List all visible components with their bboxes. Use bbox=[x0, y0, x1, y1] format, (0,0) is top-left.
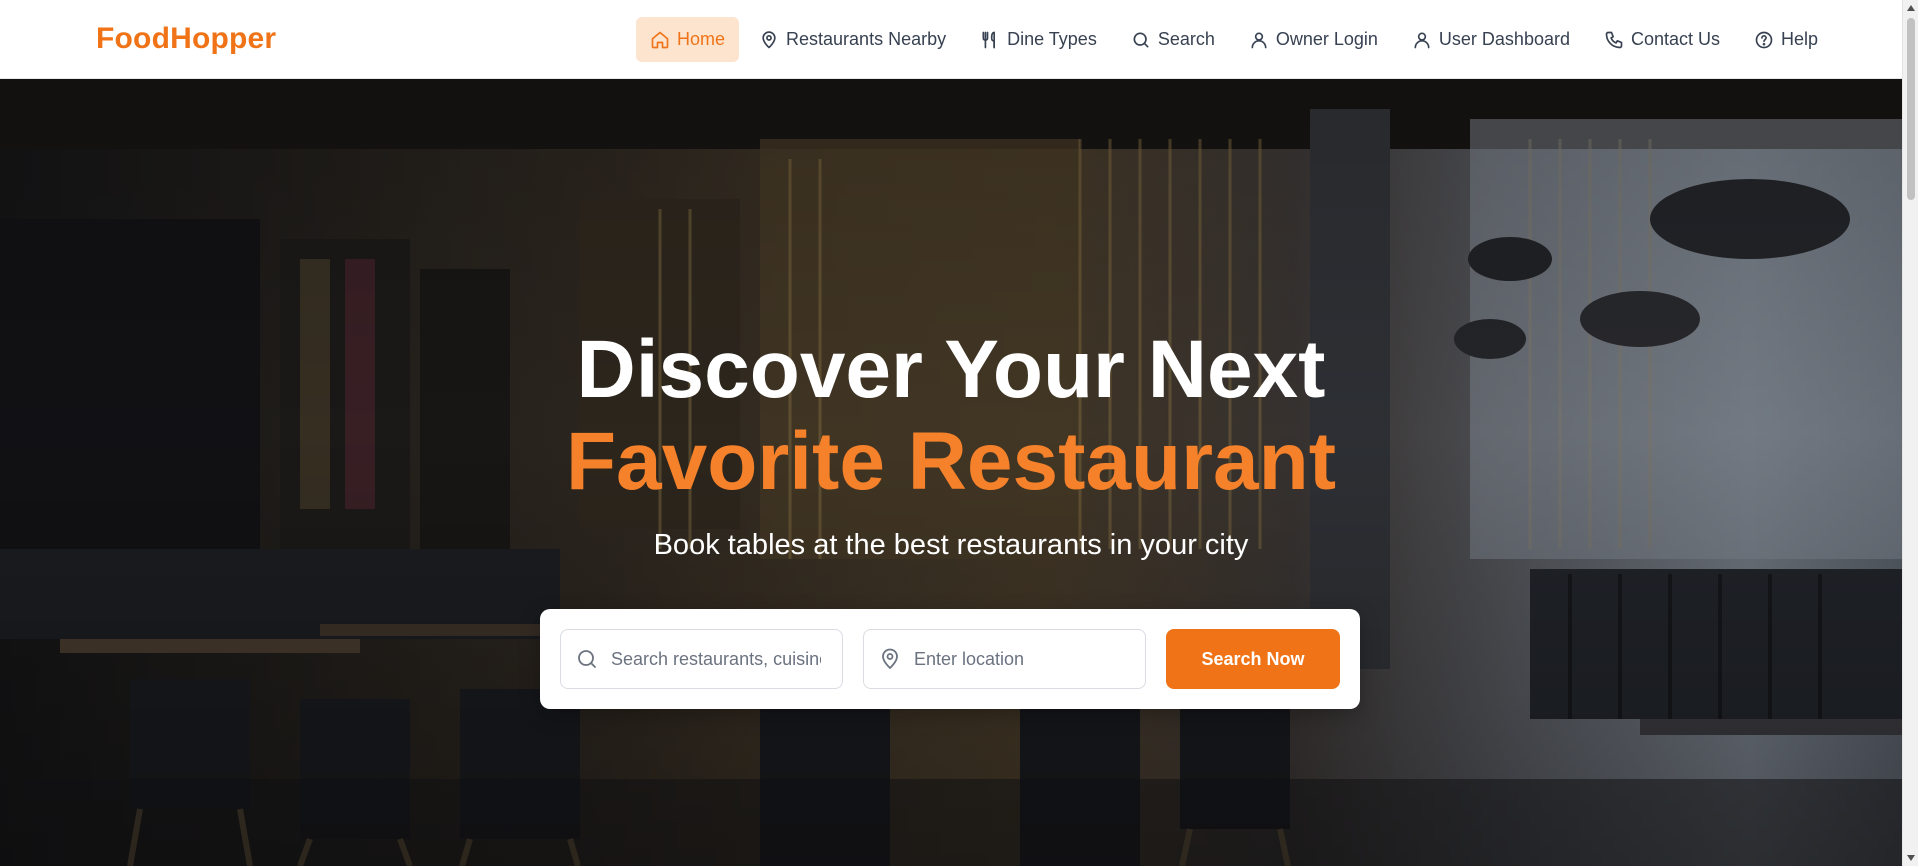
restaurant-search-input[interactable] bbox=[611, 648, 821, 670]
help-circle-icon bbox=[1755, 31, 1773, 48]
hero-title: Discover Your Next Favorite Restaurant bbox=[0, 324, 1902, 508]
map-pin-icon bbox=[882, 648, 898, 669]
nav-item-contact-us[interactable]: Contact Us bbox=[1590, 17, 1734, 62]
restaurant-search-field[interactable] bbox=[560, 629, 843, 689]
location-input[interactable] bbox=[914, 648, 1124, 670]
scroll-up-arrow-icon[interactable] bbox=[1907, 5, 1915, 11]
brand-logo[interactable]: FoodHopper bbox=[96, 22, 276, 56]
nav-item-user-dashboard[interactable]: User Dashboard bbox=[1398, 17, 1584, 62]
nav-item-label: Search bbox=[1157, 29, 1215, 49]
main-nav: Home Restaurants Nearby Dine Types Searc… bbox=[636, 17, 1832, 62]
user-icon bbox=[1414, 31, 1430, 48]
nav-item-label: Owner Login bbox=[1275, 29, 1378, 49]
nav-item-label: User Dashboard bbox=[1438, 29, 1570, 49]
hero-subtitle: Book tables at the best restaurants in y… bbox=[653, 529, 1249, 561]
utensils-icon bbox=[982, 31, 996, 48]
nav-item-restaurants-nearby[interactable]: Restaurants Nearby bbox=[745, 17, 960, 62]
scroll-down-arrow-icon[interactable] bbox=[1907, 855, 1915, 861]
map-pin-icon bbox=[762, 30, 776, 48]
hero-title-line2: Favorite Restaurant bbox=[565, 416, 1337, 507]
nav-item-help[interactable]: Help bbox=[1740, 17, 1832, 62]
top-navbar: FoodHopper Home Restaurants Nearby Dine … bbox=[0, 0, 1902, 79]
nav-item-home[interactable]: Home bbox=[636, 17, 740, 62]
search-card: Search Now bbox=[540, 609, 1360, 709]
nav-item-label: Help bbox=[1781, 29, 1819, 49]
nav-item-search[interactable]: Search bbox=[1117, 17, 1229, 62]
phone-icon bbox=[1605, 31, 1623, 48]
home-icon bbox=[651, 31, 669, 48]
nav-item-label: Home bbox=[677, 29, 726, 49]
location-field[interactable] bbox=[863, 629, 1146, 689]
nav-item-label: Contact Us bbox=[1630, 29, 1721, 49]
search-icon bbox=[578, 650, 596, 668]
search-icon bbox=[1133, 32, 1149, 48]
user-icon bbox=[1251, 31, 1267, 48]
nav-item-owner-login[interactable]: Owner Login bbox=[1235, 17, 1392, 62]
hero-section: Discover Your Next Favorite Restaurant B… bbox=[0, 79, 1902, 866]
page-scrollbar[interactable] bbox=[1902, 0, 1918, 866]
scrollbar-thumb[interactable] bbox=[1907, 18, 1915, 200]
nav-item-dine-types[interactable]: Dine Types bbox=[966, 17, 1111, 62]
nav-item-label: Restaurants Nearby bbox=[786, 29, 947, 49]
hero-title-line1: Discover Your Next bbox=[576, 324, 1326, 415]
search-now-button[interactable]: Search Now bbox=[1166, 629, 1340, 689]
nav-item-label: Dine Types bbox=[1007, 29, 1097, 49]
